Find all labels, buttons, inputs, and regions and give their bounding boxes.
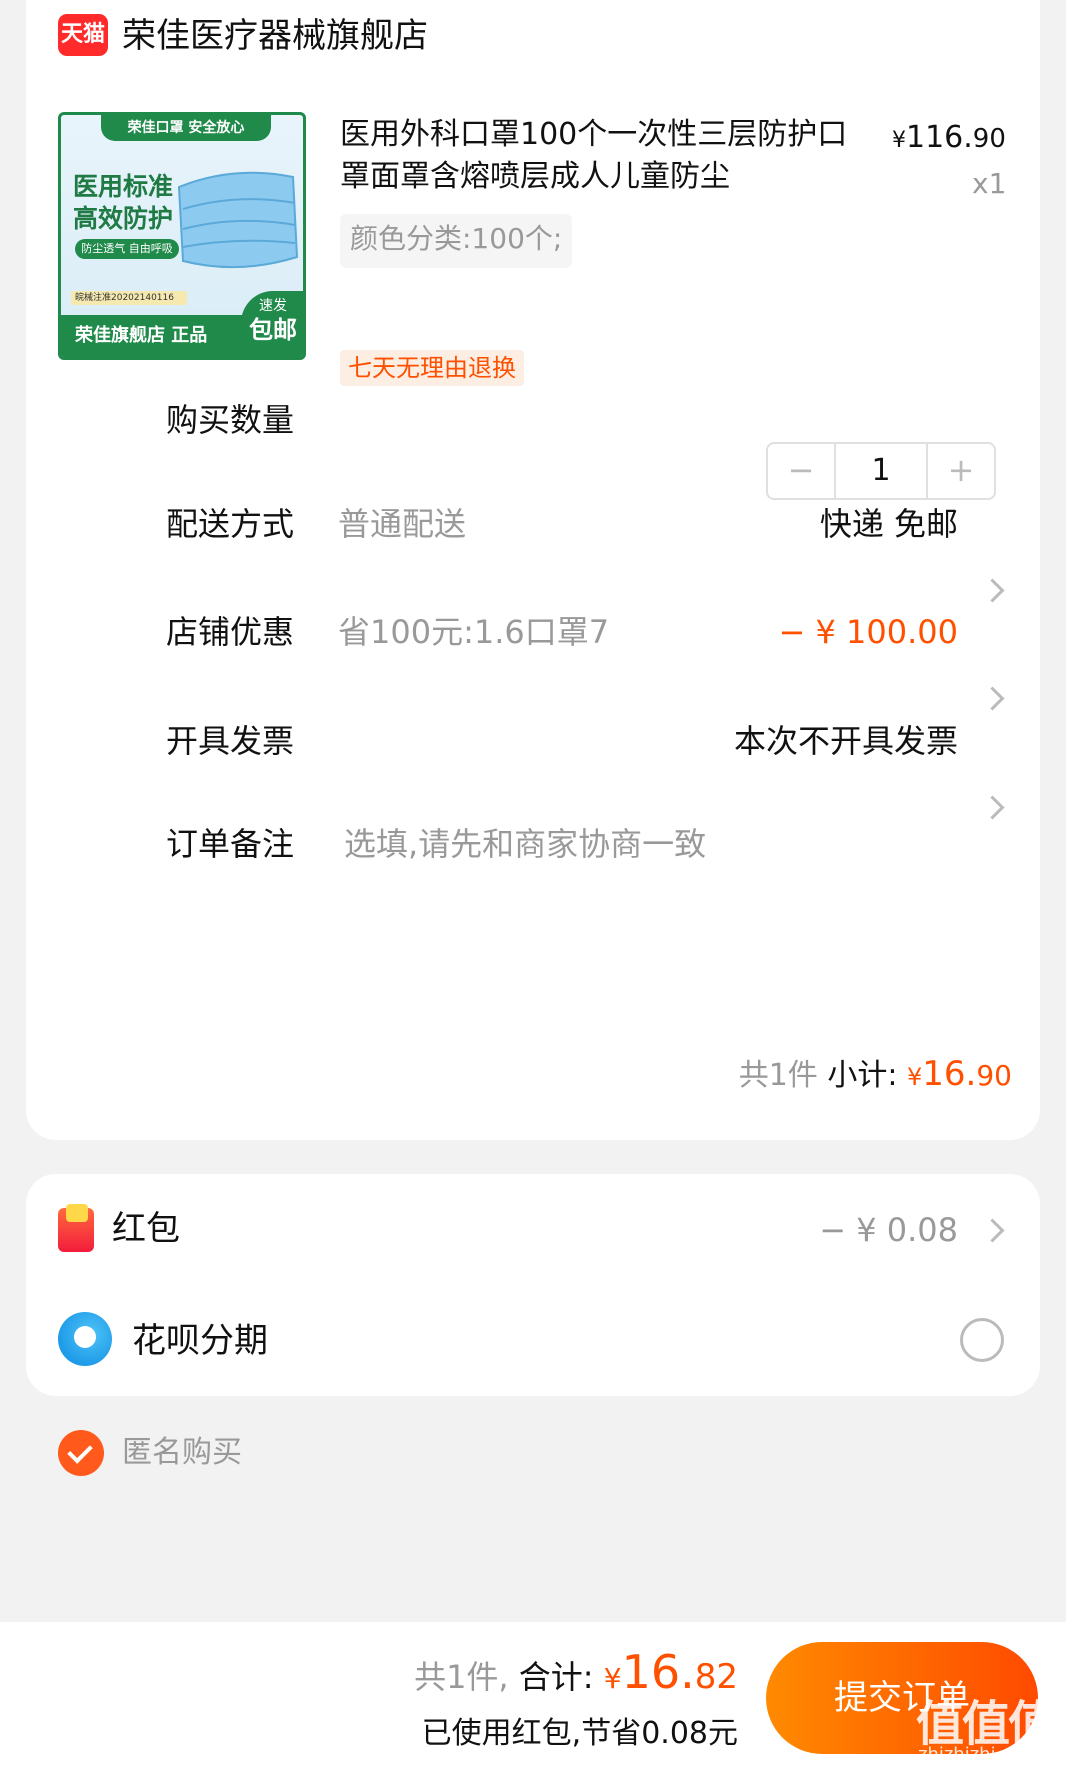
product-thumbnail[interactable]: 荣佳口罩 安全放心 医用标准 高效防护 防尘透气 自由呼吸 皖械注准202021… (58, 112, 306, 360)
huabei-label: 花呗分期 (132, 1321, 268, 1361)
thumb-bottom-text: 荣佳旗舰店 正品 (75, 325, 208, 346)
thumb-headline: 医用标准 高效防护 (73, 172, 174, 233)
huabei-radio[interactable] (960, 1318, 1004, 1362)
product-title[interactable]: 医用外科口罩100个一次性三层防护口罩面罩含熔喷层成人儿童防尘 (340, 114, 860, 198)
thumb-baoyou-badge: 速发 包邮 (241, 291, 303, 357)
shop-name[interactable]: 荣佳医疗器械旗舰店 (122, 14, 428, 58)
subtotal: 共1件 小计: ¥16.90 (738, 1054, 1012, 1094)
red-packet-icon (58, 1204, 94, 1252)
delivery-method: 普通配送 (338, 505, 467, 543)
anonymous-label[interactable]: 匿名购买 (122, 1430, 242, 1476)
savings-note: 已使用红包,节省0.08元 (421, 1716, 738, 1751)
delivery-option[interactable]: 快递 免邮 (820, 502, 958, 546)
delivery-label: 配送方式 (166, 505, 295, 543)
coupon-discount[interactable]: − ¥ 100.00 (779, 610, 958, 654)
anonymous-checkbox[interactable] (58, 1430, 104, 1476)
coupon-description: 省100元:1.6口罩7 (338, 613, 610, 651)
product-price: ¥116.90 (892, 120, 1006, 155)
decrease-button[interactable]: − (768, 444, 836, 498)
coupon-label: 店铺优惠 (166, 613, 295, 651)
order-total: 共1件, 合计: ¥16.82 (414, 1645, 738, 1699)
mask-image (177, 171, 299, 269)
product-quantity: x1 (972, 167, 1007, 200)
quantity-label: 购买数量 (166, 401, 295, 439)
invoice-option[interactable]: 本次不开具发票 (734, 719, 958, 763)
quantity-value[interactable]: 1 (836, 444, 926, 498)
thumb-sub-band: 防尘透气 自由呼吸 (75, 239, 179, 259)
watermark-url: zhizhizhi.com (918, 1744, 1040, 1765)
thumb-reg-no: 皖械注准20202140116 (71, 291, 187, 305)
remark-label: 订单备注 (166, 825, 295, 863)
invoice-label: 开具发票 (166, 722, 295, 760)
sku-selector[interactable]: 颜色分类:100个; (340, 214, 573, 268)
return-policy-badge: 七天无理由退换 (340, 350, 524, 386)
thumb-top-band: 荣佳口罩 安全放心 (101, 115, 271, 141)
red-packet-value[interactable]: − ¥ 0.08 (819, 1208, 958, 1252)
remark-input[interactable]: 选填,请先和商家协商一致 (344, 822, 706, 866)
huabei-icon (58, 1312, 112, 1366)
quantity-stepper[interactable]: − 1 + (766, 442, 996, 500)
increase-button[interactable]: + (926, 444, 994, 498)
tmall-logo: 天猫 (58, 14, 108, 56)
red-packet-label: 红包 (112, 1209, 180, 1249)
